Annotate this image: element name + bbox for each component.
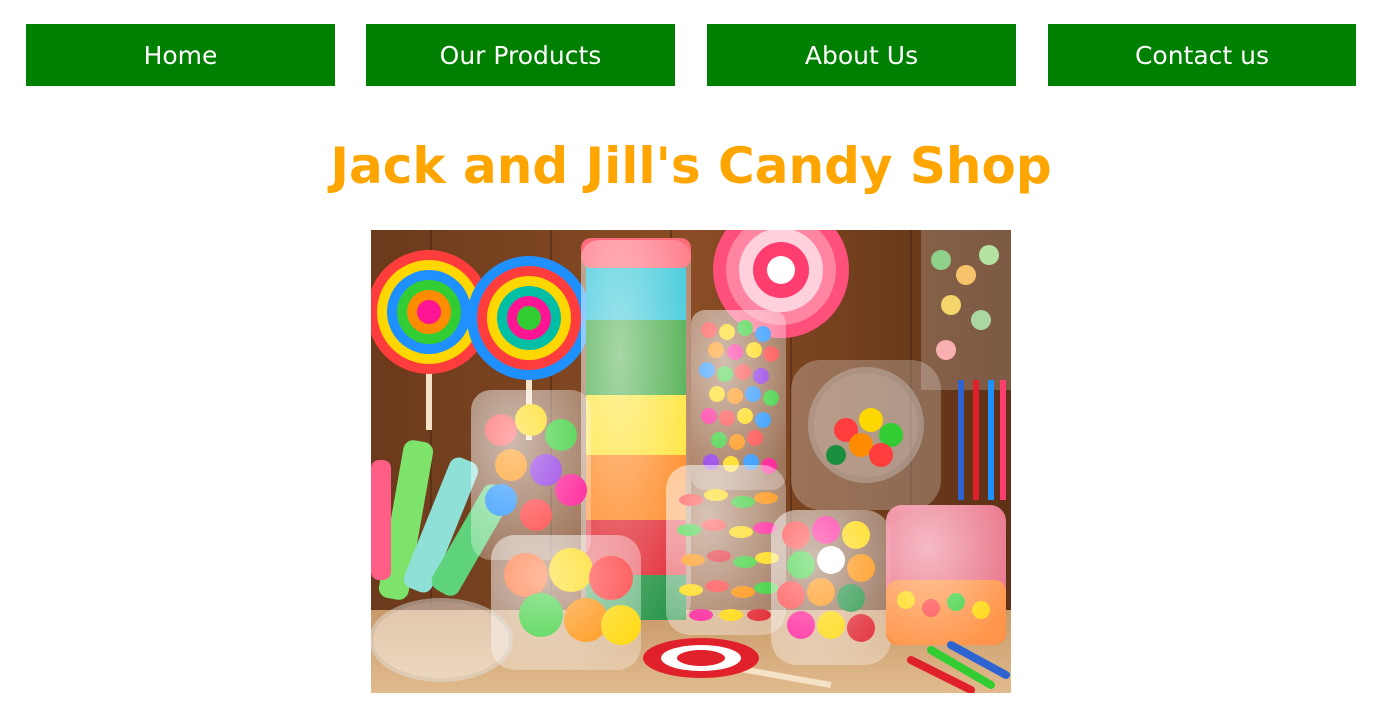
nav-contact-us-button[interactable]: Contact us <box>1048 24 1356 86</box>
nav-about-us-button[interactable]: About Us <box>707 24 1016 86</box>
nav-our-products-button[interactable]: Our Products <box>366 24 675 86</box>
nav-home-button[interactable]: Home <box>26 24 335 86</box>
candy-jars-image <box>371 230 1011 693</box>
page-title: Jack and Jill's Candy Shop <box>330 137 1052 195</box>
top-navigation: Home Our Products About Us Contact us <box>0 0 1382 110</box>
